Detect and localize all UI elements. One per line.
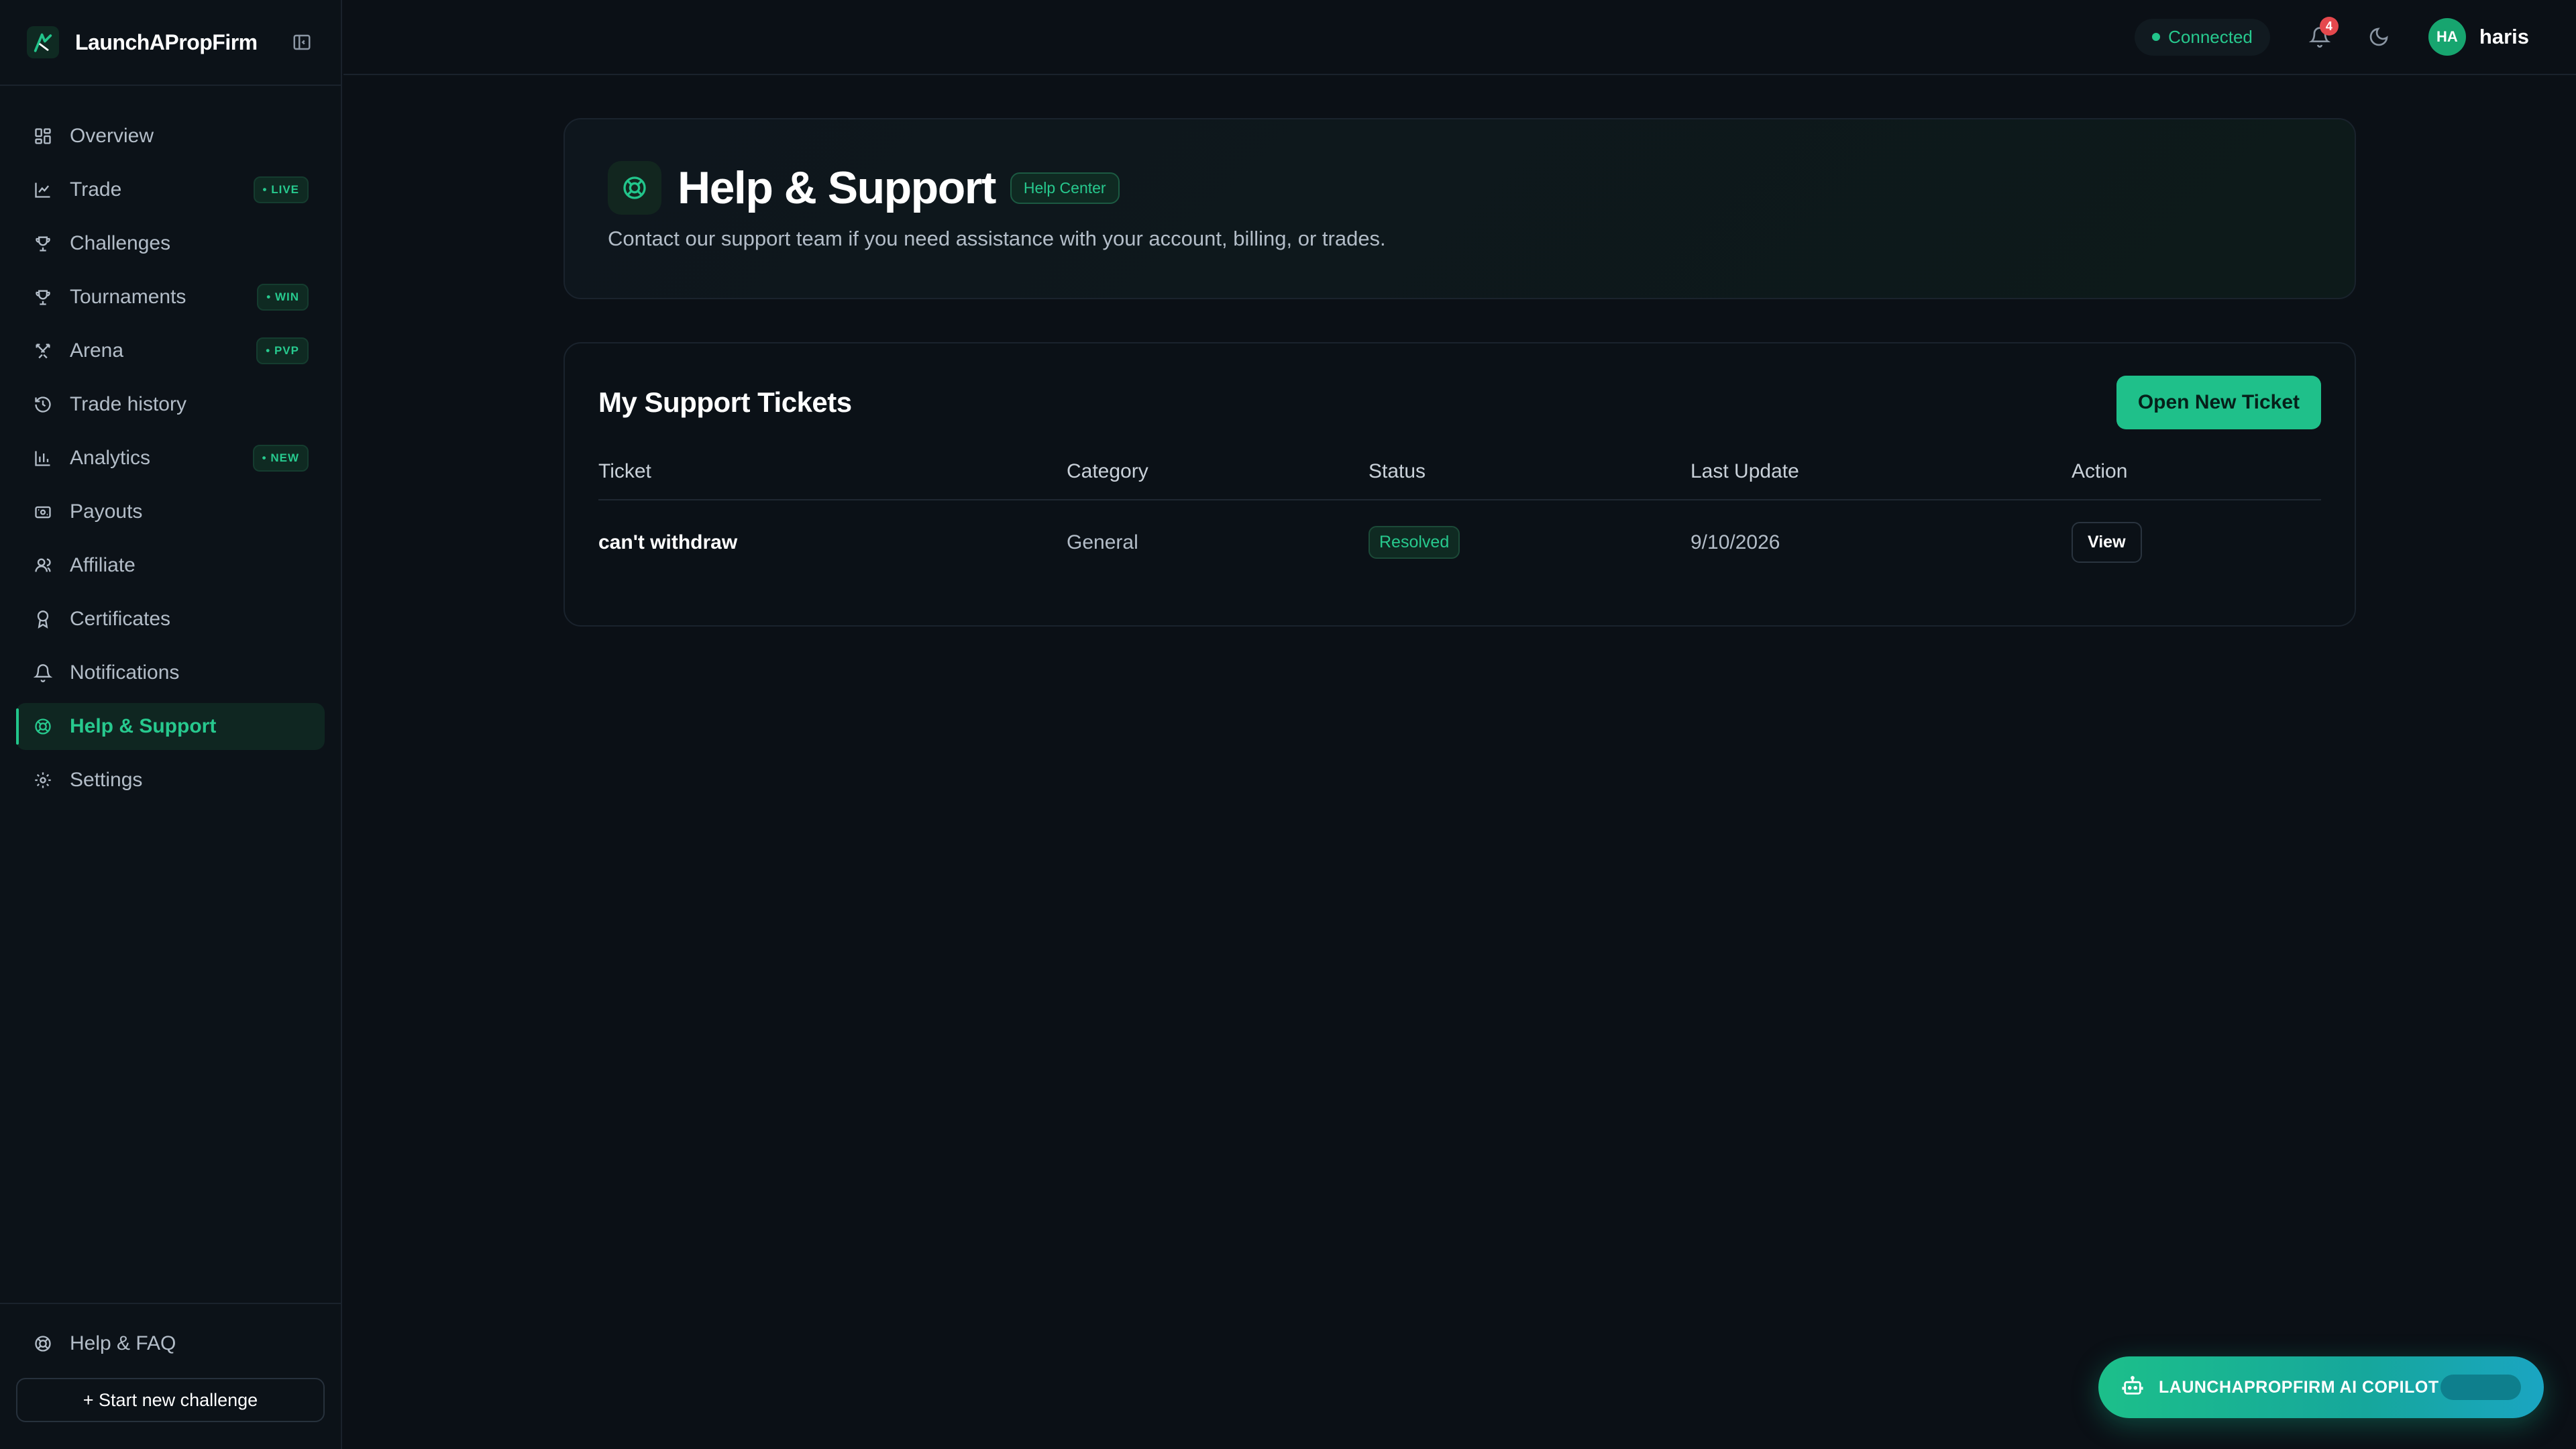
sidebar-item-label: Help & Support [70,715,217,737]
column-header-last-update: Last Update [1690,460,2072,500]
brand-logo-icon[interactable] [27,26,59,58]
ticket-category: General [1067,531,1138,553]
robot-icon [2121,1375,2144,1401]
new-badge: • NEW [252,445,309,472]
column-header-status: Status [1368,460,1690,500]
sidebar-item-label: Trade [70,178,122,201]
sidebar-collapse-icon[interactable] [290,30,314,54]
table-header-row: Ticket Category Status Last Update Actio… [598,460,2321,500]
tickets-title: My Support Tickets [598,386,852,418]
ticket-action-cell: View [2072,500,2321,563]
status-badge: Resolved [1368,526,1460,559]
sidebar-item-certificates[interactable]: Certificates [16,596,325,643]
pvp-badge: • PVP [256,337,309,364]
sidebar-item-settings[interactable]: Settings [16,757,325,804]
sidebar-nav: Overview Trade • LIVE Challenges Tournam… [0,86,341,804]
win-badge: • WIN [257,284,309,311]
ai-copilot-label: LAUNCHAPROPFIRM AI COPILOT [2159,1377,2439,1397]
tickets-table: Ticket Category Status Last Update Actio… [598,460,2321,563]
chart-icon [32,179,54,201]
sidebar-item-label: Overview [70,125,154,147]
sidebar-item-label: Trade history [70,393,186,415]
history-icon [32,394,54,415]
ticket-subject: can't withdraw [598,531,738,553]
copilot-toggle[interactable] [2440,1375,2521,1400]
award-icon [32,608,54,630]
sidebar-item-label: Help & FAQ [70,1332,176,1354]
ticket-last-update: 9/10/2026 [1690,531,1780,553]
swords-icon [32,340,54,362]
sidebar-item-label: Payouts [70,500,143,523]
sidebar-item-trade-history[interactable]: Trade history [16,381,325,428]
sidebar-item-label: Arena [70,339,124,362]
page-title-row: Help & Support Help Center [608,161,2312,215]
bell-icon [32,662,54,684]
sidebar-item-label: Challenges [70,232,171,254]
status-dot-icon [2152,33,2161,41]
help-support-header-card: Help & Support Help Center Contact our s… [564,118,2356,299]
brand-name[interactable]: LaunchAPropFirm [75,30,258,55]
sidebar-item-tournaments[interactable]: Tournaments • WIN [16,274,325,321]
grid-icon [32,125,54,147]
connection-status-label: Connected [2168,26,2253,47]
wallet-icon [32,501,54,523]
sidebar-item-help-faq[interactable]: Help & FAQ [16,1320,325,1367]
sidebar-item-label: Tournaments [70,286,186,308]
help-center-badge: Help Center [1010,172,1120,204]
sidebar-item-label: Affiliate [70,554,136,576]
sidebar-item-challenges[interactable]: Challenges [16,220,325,267]
page-subtitle: Contact our support team if you need ass… [608,227,1386,250]
theme-toggle-button[interactable] [2363,21,2395,53]
trophy-icon [32,286,54,308]
column-header-category: Category [1067,460,1368,500]
sidebar-item-notifications[interactable]: Notifications [16,649,325,696]
start-new-challenge-button[interactable]: + Start new challenge [16,1378,325,1422]
sidebar-item-help-support[interactable]: Help & Support [16,703,325,750]
moon-icon [2369,28,2388,46]
gear-icon [32,769,54,791]
live-badge: • LIVE [253,176,309,203]
username[interactable]: haris [2479,25,2529,49]
open-new-ticket-button[interactable]: Open New Ticket [2116,376,2321,429]
notifications-button[interactable]: 4 [2304,17,2339,53]
sidebar-item-label: Notifications [70,661,180,684]
sidebar-item-overview[interactable]: Overview [16,113,325,160]
view-ticket-button[interactable]: View [2072,522,2142,563]
sidebar: LaunchAPropFirm Overview Trade • LIVE Ch… [0,0,342,1449]
page-title: Help & Support [678,162,996,213]
support-tickets-card: My Support Tickets Open New Ticket Ticke… [564,342,2356,627]
topbar: Connected 4 HA haris [343,0,2576,75]
users-icon [32,555,54,576]
ticket-status-cell: Resolved [1368,500,1690,563]
tickets-header: My Support Tickets Open New Ticket [598,376,2321,429]
lifebuoy-icon [608,161,661,215]
sidebar-item-label: Settings [70,769,143,791]
notification-count-badge: 4 [2319,17,2339,36]
sidebar-item-trade[interactable]: Trade • LIVE [16,166,325,213]
column-header-action: Action [2072,460,2321,500]
sidebar-item-payouts[interactable]: Payouts [16,488,325,535]
lifebuoy-icon [32,1333,54,1354]
lifebuoy-icon [32,716,54,737]
sidebar-item-label: Analytics [70,447,151,469]
connection-status: Connected [2135,18,2270,56]
ai-copilot-button[interactable]: LAUNCHAPROPFIRM AI COPILOT [2098,1356,2544,1418]
avatar[interactable]: HA [2428,18,2466,56]
sidebar-item-label: Certificates [70,608,171,630]
brand-header: LaunchAPropFirm [0,0,341,86]
table-row: can't withdraw General Resolved 9/10/202… [598,500,2321,563]
column-header-ticket: Ticket [598,460,1067,500]
sidebar-footer: Help & FAQ + Start new challenge [0,1303,341,1449]
sidebar-item-arena[interactable]: Arena • PVP [16,327,325,374]
trophy-icon [32,233,54,254]
sidebar-item-analytics[interactable]: Analytics • NEW [16,435,325,482]
bar-chart-icon [32,447,54,469]
sidebar-item-affiliate[interactable]: Affiliate [16,542,325,589]
